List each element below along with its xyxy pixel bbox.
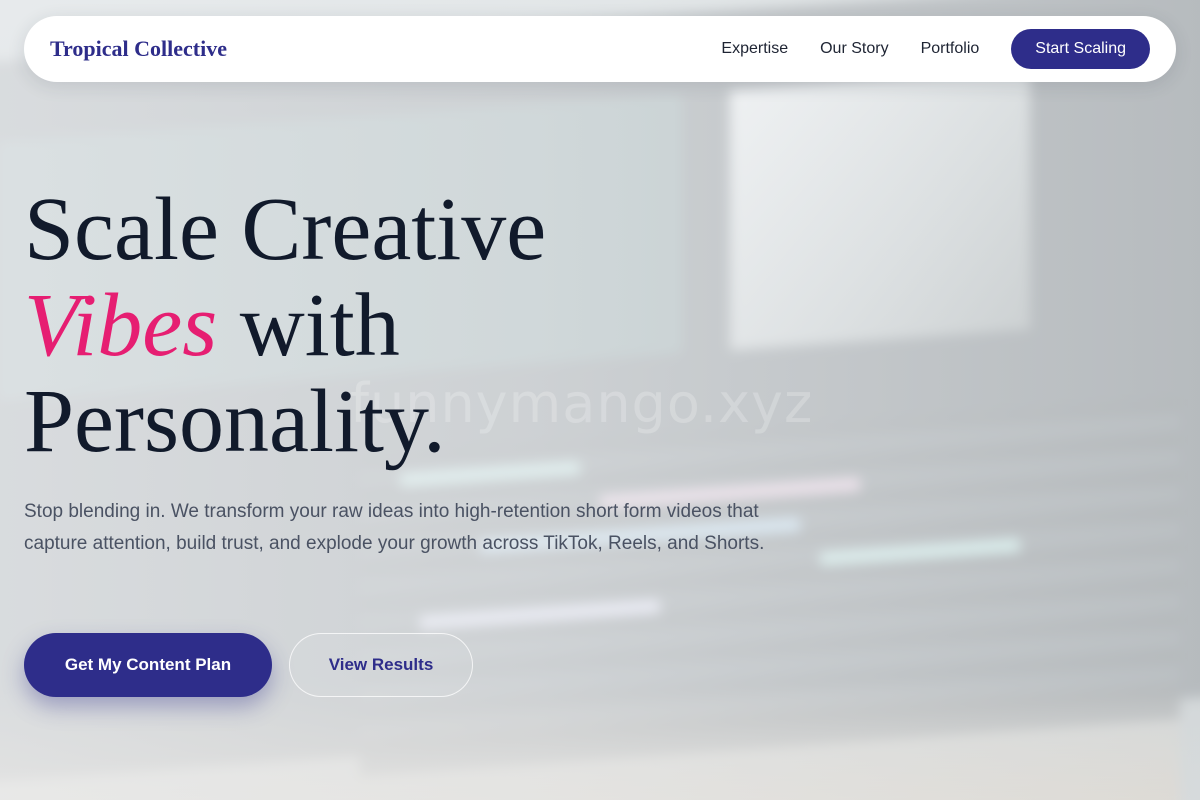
hero-subtitle: Stop blending in. We transform your raw …: [24, 501, 765, 554]
top-navigation: Tropical Collective Expertise Our Story …: [24, 16, 1176, 82]
hero-heading-line1: Scale Creative: [24, 180, 547, 279]
view-results-button[interactable]: View Results: [289, 633, 473, 697]
nav-link-portfolio[interactable]: Portfolio: [921, 40, 980, 58]
nav-link-our-story[interactable]: Our Story: [820, 40, 888, 58]
nav-link-expertise[interactable]: Expertise: [721, 40, 788, 58]
hero-heading-line2: with: [239, 276, 400, 375]
start-scaling-button[interactable]: Start Scaling: [1011, 29, 1150, 69]
brand-logo[interactable]: Tropical Collective: [50, 36, 227, 62]
hero-heading: Scale Creative Vibes with Personality.: [24, 182, 546, 470]
hero-heading-line3: Personality.: [24, 372, 446, 471]
hero-heading-accent: Vibes: [24, 276, 218, 375]
nav-links: Expertise Our Story Portfolio Start Scal…: [721, 29, 1150, 69]
get-content-plan-button[interactable]: Get My Content Plan: [24, 633, 272, 697]
